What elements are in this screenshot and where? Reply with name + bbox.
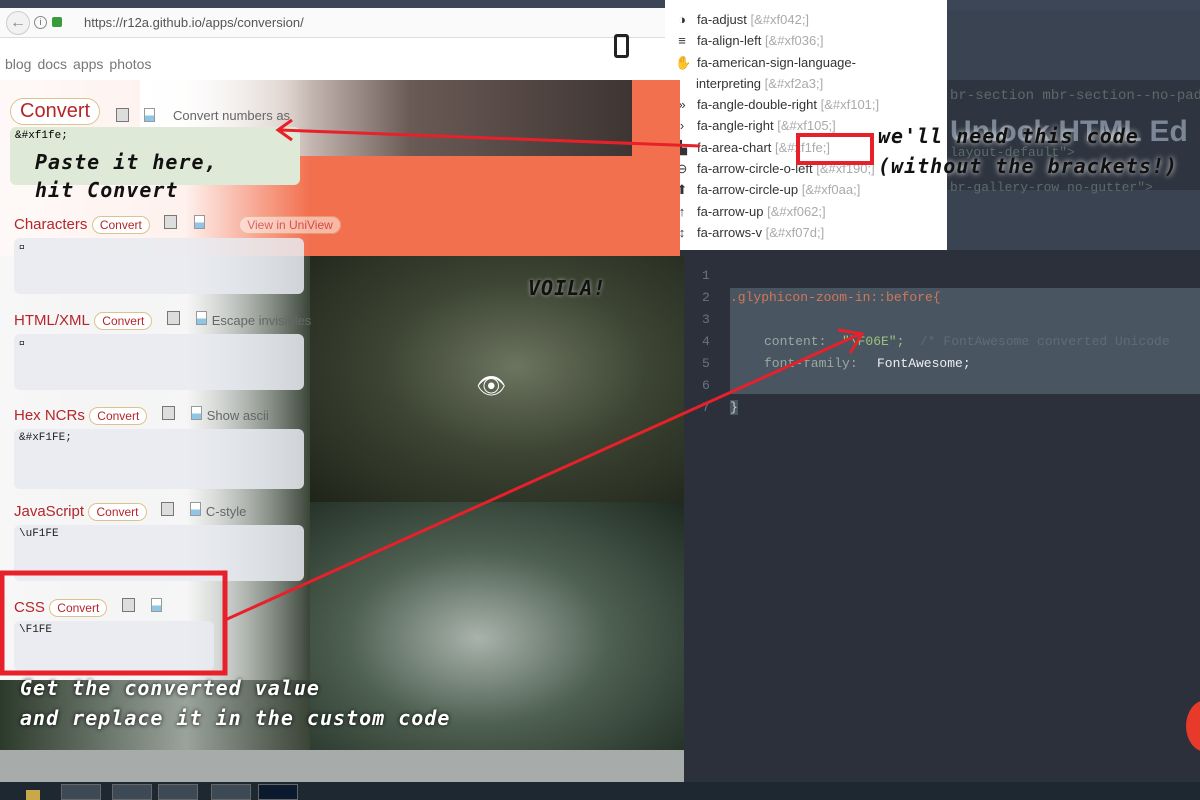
annotation-voila: VOILA! <box>528 276 607 300</box>
annotation-hit: hit Convert <box>35 178 179 202</box>
annotation-paste: Paste it here, <box>35 150 218 174</box>
arrow-to-editor <box>224 332 861 622</box>
css-highlight-box <box>0 570 228 676</box>
annotation-replace: and replace it in the custom code <box>20 706 451 730</box>
arrow-to-input <box>279 128 701 148</box>
annotation-get: Get the converted value <box>20 676 320 700</box>
annotation-need: we'll need this code <box>878 124 1139 148</box>
annotation-brackets: (without the brackets!) <box>878 154 1178 178</box>
code-highlight-box <box>796 133 874 165</box>
